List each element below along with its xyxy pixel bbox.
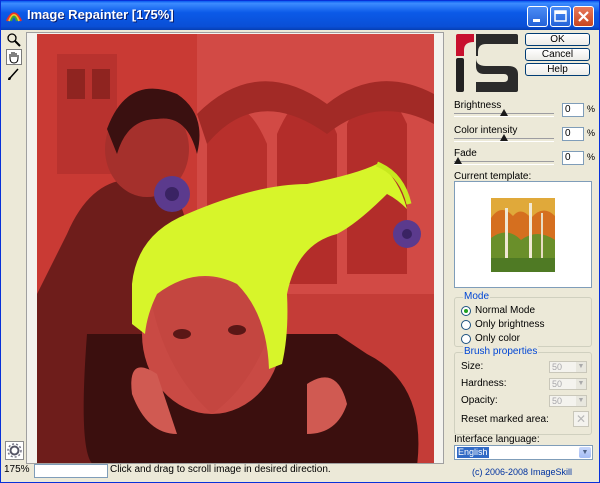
brightness-value[interactable]: 0 xyxy=(562,103,584,117)
brush-opacity-value: 50 xyxy=(552,396,563,406)
chevron-down-icon: ▼ xyxy=(576,379,586,389)
interface-language-select[interactable]: English ▼ xyxy=(454,445,593,460)
brush-hardness-label: Hardness: xyxy=(461,378,507,389)
mode-brightness-label[interactable]: Only brightness xyxy=(475,319,544,330)
color-intensity-slider-thumb[interactable] xyxy=(500,134,508,141)
fade-unit: % xyxy=(587,152,596,162)
brush-hardness-select[interactable]: 50 ▼ xyxy=(549,378,587,390)
brush-properties-group: Brush properties Size: 50 ▼ Hardness: 50 ▼… xyxy=(454,346,592,435)
window-title: Image Repainter [175%] xyxy=(27,7,174,22)
mode-color-label[interactable]: Only color xyxy=(475,333,520,344)
maximize-icon xyxy=(554,10,567,22)
minimize-button[interactable] xyxy=(527,6,548,27)
reset-x-icon: ✕ xyxy=(575,412,587,426)
title-bar[interactable]: Image Repainter [175%] xyxy=(1,1,599,30)
brush-size-select[interactable]: 50 ▼ xyxy=(549,361,587,373)
app-window: Image Repainter [175%] 175% Click and dr… xyxy=(0,0,600,483)
mode-brightness-radio[interactable] xyxy=(461,320,471,330)
maximize-button[interactable] xyxy=(550,6,571,27)
status-hint: Click and drag to scroll image in desire… xyxy=(110,464,331,475)
brightness-slider-thumb[interactable] xyxy=(500,109,508,116)
settings-gear-button[interactable] xyxy=(5,441,24,460)
image-canvas[interactable] xyxy=(26,32,444,464)
cancel-button[interactable]: Cancel xyxy=(525,48,590,61)
brightness-unit: % xyxy=(587,104,596,114)
copyright-text: (c) 2006-2008 ImageSkill xyxy=(472,467,573,477)
color-intensity-slider[interactable] xyxy=(454,134,554,142)
ok-button[interactable]: OK xyxy=(525,33,590,46)
chevron-down-icon: ▼ xyxy=(576,396,586,406)
right-panel: OK Cancel Help Brightness 0 % Color inte… xyxy=(450,30,596,480)
mode-title: Mode xyxy=(463,291,491,302)
photo-image[interactable] xyxy=(37,34,434,463)
mode-normal-label[interactable]: Normal Mode xyxy=(475,305,535,316)
close-icon xyxy=(578,11,589,22)
brush-size-value: 50 xyxy=(552,362,563,372)
zoom-level: 175% xyxy=(4,464,30,475)
brush-hardness-value: 50 xyxy=(552,379,563,389)
client-area: 175% Click and drag to scroll image in d… xyxy=(4,30,596,480)
fade-slider[interactable] xyxy=(454,157,554,165)
help-button[interactable]: Help xyxy=(525,63,590,76)
brush-tool[interactable] xyxy=(6,66,22,82)
brush-icon xyxy=(8,68,19,80)
photo-illustration xyxy=(37,34,434,463)
template-image xyxy=(491,198,555,272)
brush-opacity-select[interactable]: 50 ▼ xyxy=(549,395,587,407)
brush-opacity-label: Opacity: xyxy=(461,395,498,406)
mode-group: Mode Normal Mode Only brightness Only co… xyxy=(454,291,592,347)
imageskill-logo xyxy=(456,34,518,92)
brush-size-label: Size: xyxy=(461,361,484,372)
color-intensity-unit: % xyxy=(587,128,596,138)
fade-value[interactable]: 0 xyxy=(562,151,584,165)
template-forest-illustration xyxy=(491,198,555,272)
interface-language-value: English xyxy=(457,447,489,458)
mode-color-radio[interactable] xyxy=(461,334,471,344)
color-intensity-value[interactable]: 0 xyxy=(562,127,584,141)
zoom-tool[interactable] xyxy=(6,32,22,48)
hand-icon xyxy=(9,52,19,64)
reset-marked-area-label: Reset marked area: xyxy=(461,414,549,425)
tool-strip xyxy=(4,30,24,440)
fade-slider-thumb[interactable] xyxy=(454,157,462,164)
app-icon xyxy=(6,12,22,22)
template-preview[interactable] xyxy=(454,181,592,288)
gear-icon xyxy=(7,443,22,458)
brightness-slider[interactable] xyxy=(454,109,554,117)
brush-properties-title: Brush properties xyxy=(463,346,539,357)
mode-normal-radio[interactable] xyxy=(461,306,471,316)
chevron-down-icon: ▼ xyxy=(576,362,586,372)
close-button[interactable] xyxy=(573,6,594,27)
minimize-icon xyxy=(533,19,540,22)
magnifier-icon xyxy=(7,33,21,47)
reset-marked-area-button[interactable]: ✕ xyxy=(573,411,589,427)
status-field xyxy=(34,464,108,478)
interface-language-label: Interface language: xyxy=(454,434,540,445)
hand-tool[interactable] xyxy=(6,49,22,65)
brightness-label: Brightness xyxy=(454,100,502,111)
chevron-down-icon[interactable]: ▼ xyxy=(579,447,591,458)
